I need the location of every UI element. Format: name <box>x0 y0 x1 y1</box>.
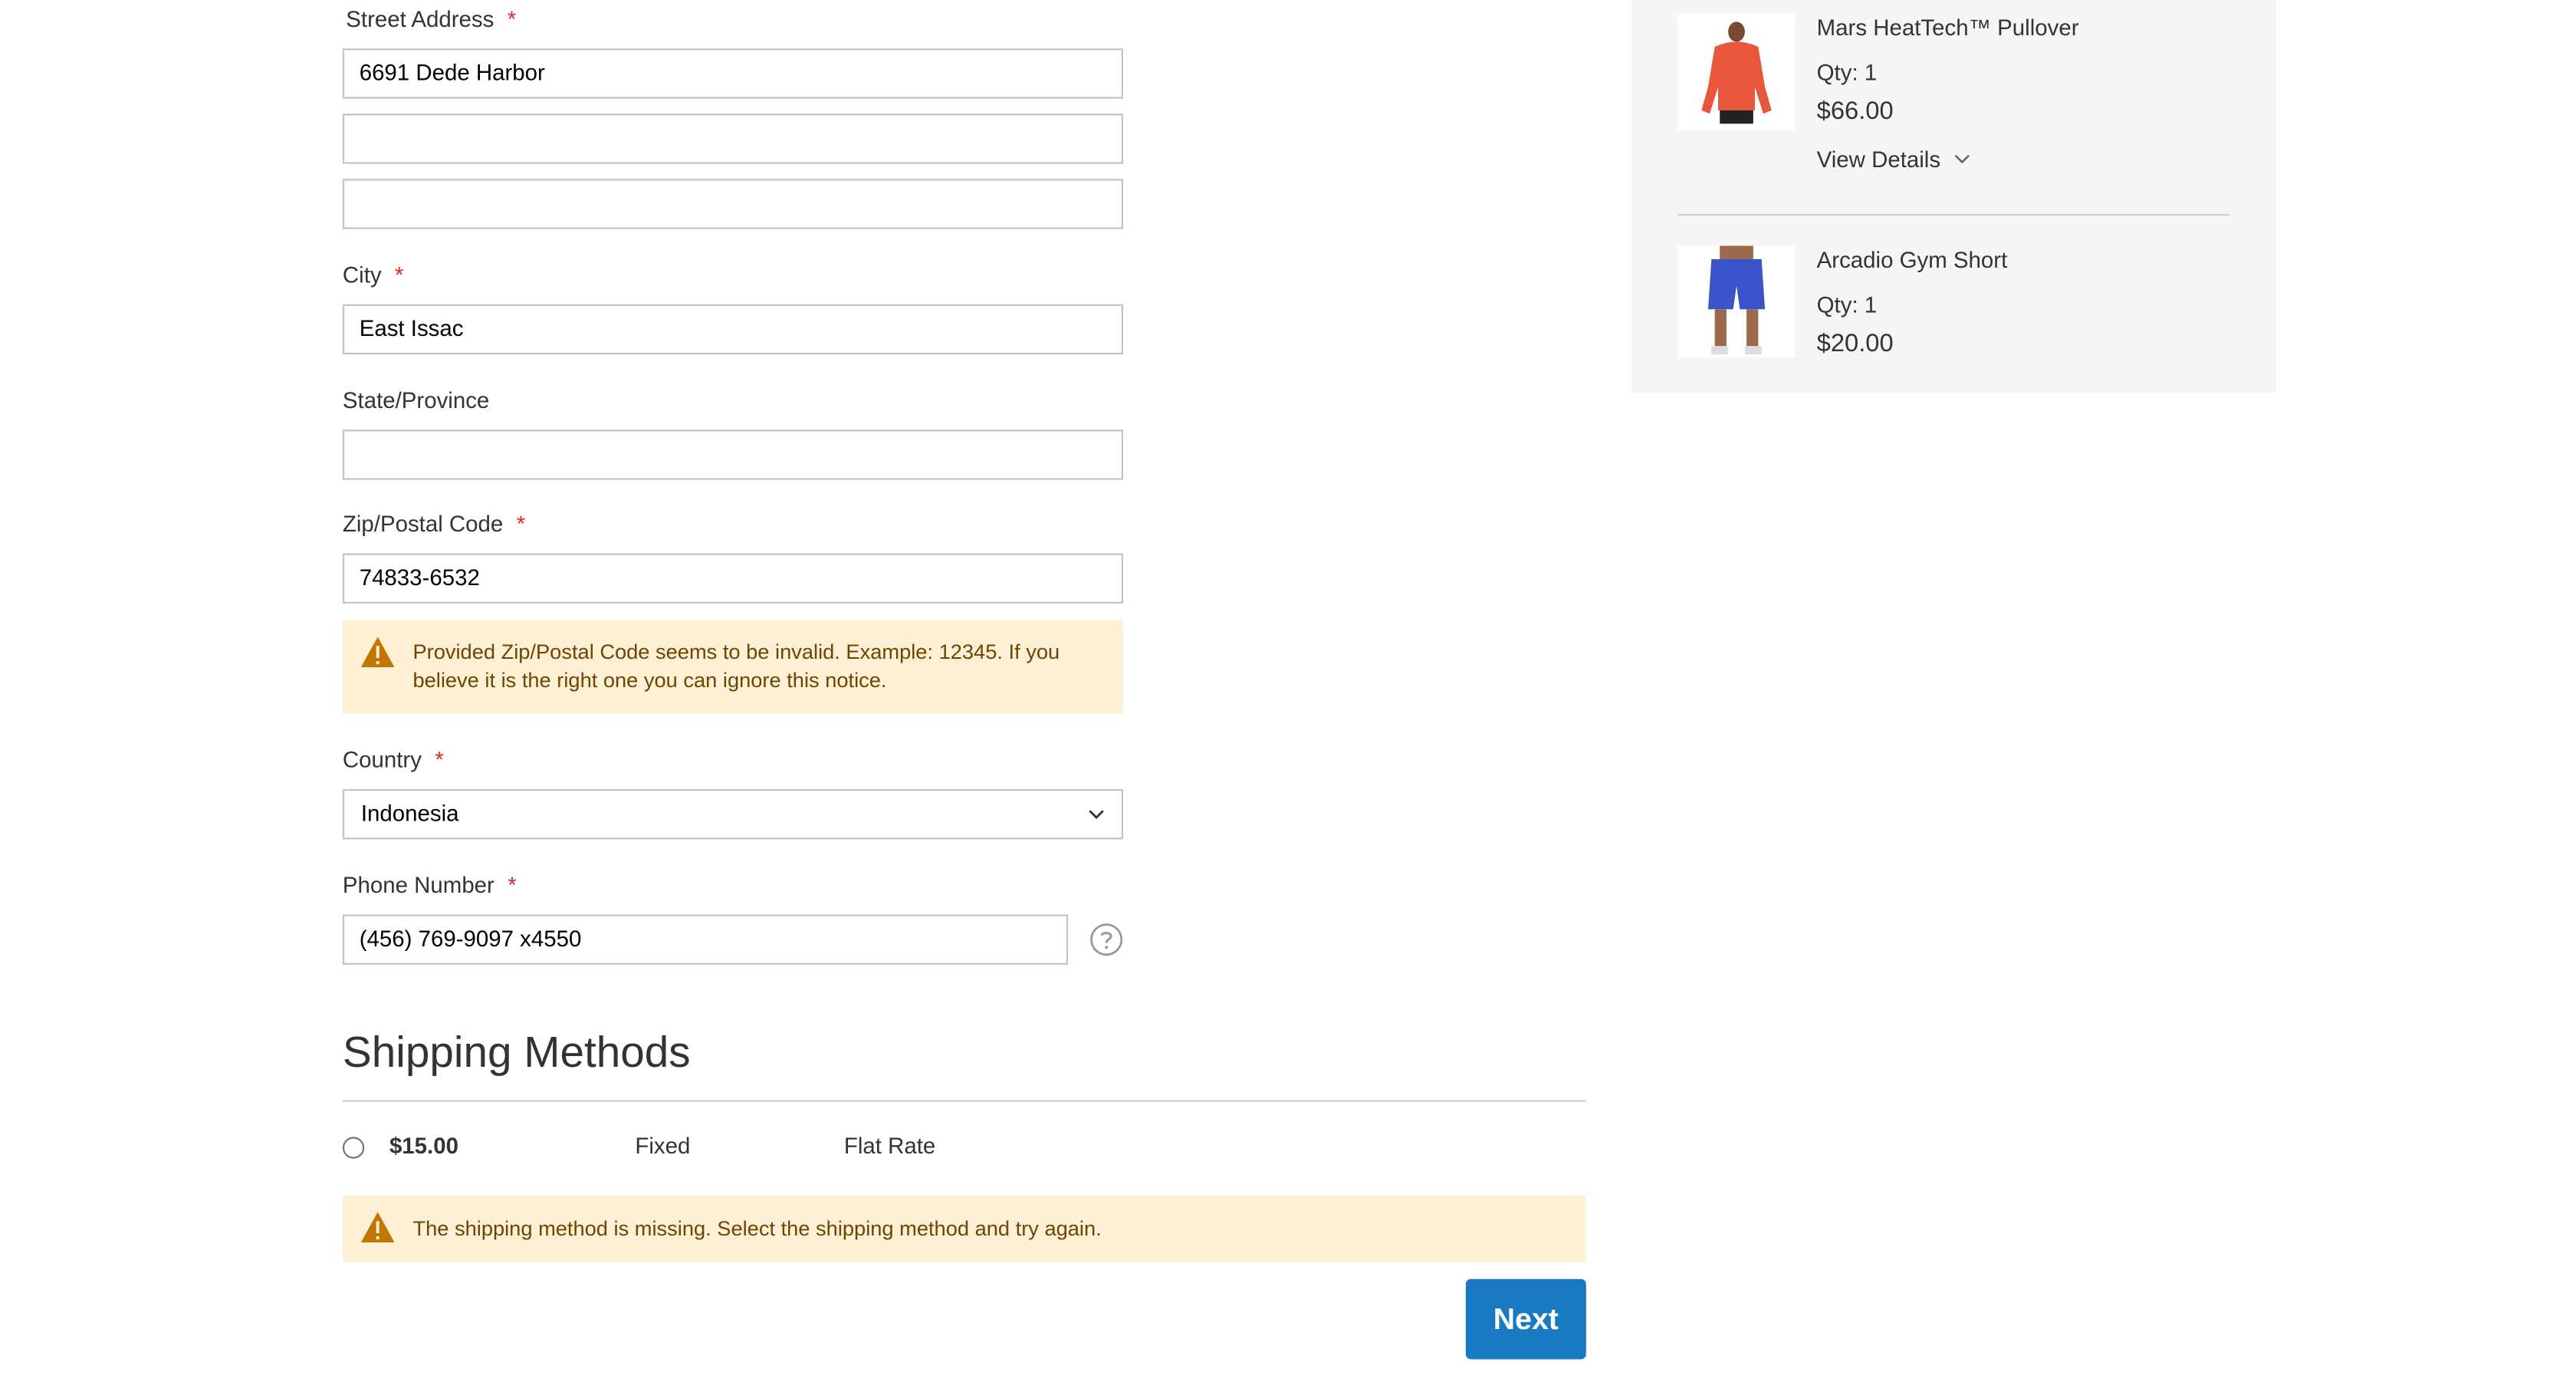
view-details-toggle[interactable]: View Details <box>1817 147 1970 173</box>
state-province-input[interactable] <box>342 429 1123 480</box>
state-province-label: State/Province <box>342 387 490 413</box>
summary-divider <box>1677 214 2230 216</box>
shorts-image <box>1677 245 1796 358</box>
street-address-label: Street Address * <box>346 6 517 32</box>
chevron-down-icon <box>1089 810 1104 820</box>
country-select[interactable]: Indonesia <box>342 788 1123 840</box>
shipping-method-radio[interactable] <box>342 1137 365 1159</box>
shipping-method-price: $15.00 <box>389 1134 458 1159</box>
view-details-label: View Details <box>1816 146 1941 173</box>
shipping-method-carrier: Flat Rate <box>843 1134 936 1159</box>
product-qty: Qty: 1 <box>1816 60 1878 86</box>
checkout-shipping-page: Street Address * 6691 Dede Harbor City * E… <box>0 0 2574 1381</box>
country-selected-value: Indonesia <box>360 801 459 826</box>
phone-input[interactable]: (456) 769-9097 x4550 <box>342 914 1069 965</box>
product-price: $20.00 <box>1816 329 1894 358</box>
product-name: Mars HeatTech™ Pullover <box>1816 15 2079 41</box>
next-button[interactable]: Next <box>1465 1278 1586 1360</box>
street-address-line1-input[interactable]: 6691 Dede Harbor <box>342 48 1123 99</box>
zip-input[interactable]: 74833-6532 <box>342 553 1123 604</box>
pullover-image <box>1677 13 1796 131</box>
shipping-missing-text: The shipping method is missing. Select t… <box>412 1217 1102 1241</box>
country-label: Country * <box>342 747 444 773</box>
zip-warning-text: Provided Zip/Postal Code seems to be inv… <box>412 640 1060 693</box>
street-address-line3-input[interactable] <box>342 179 1123 229</box>
product-qty: Qty: 1 <box>1816 292 1878 318</box>
shipping-methods-title: Shipping Methods <box>342 1026 691 1077</box>
help-icon[interactable] <box>1089 923 1123 956</box>
product-price: $66.00 <box>1816 97 1894 126</box>
order-summary-panel: Mars HeatTech™ Pullover Qty: 1 $66.00 Vi… <box>1631 0 2277 393</box>
product-image-pullover[interactable] <box>1677 13 1796 131</box>
shipping-divider <box>342 1100 1586 1102</box>
shipping-missing-notice: The shipping method is missing. Select t… <box>342 1195 1586 1262</box>
street-address-line2-input[interactable] <box>342 114 1123 164</box>
zip-label: Zip/Postal Code * <box>342 512 526 537</box>
phone-label: Phone Number * <box>342 872 517 898</box>
warning-icon <box>360 637 395 668</box>
product-name: Arcadio Gym Short <box>1816 247 2008 273</box>
chevron-down-icon <box>1954 154 1970 164</box>
city-input[interactable]: East Issac <box>342 304 1123 355</box>
shipping-method-type: Fixed <box>635 1134 691 1159</box>
product-image-shorts[interactable] <box>1677 245 1796 358</box>
zip-warning-notice: Provided Zip/Postal Code seems to be inv… <box>342 620 1123 714</box>
city-label: City * <box>342 262 404 288</box>
warning-icon <box>360 1212 395 1242</box>
